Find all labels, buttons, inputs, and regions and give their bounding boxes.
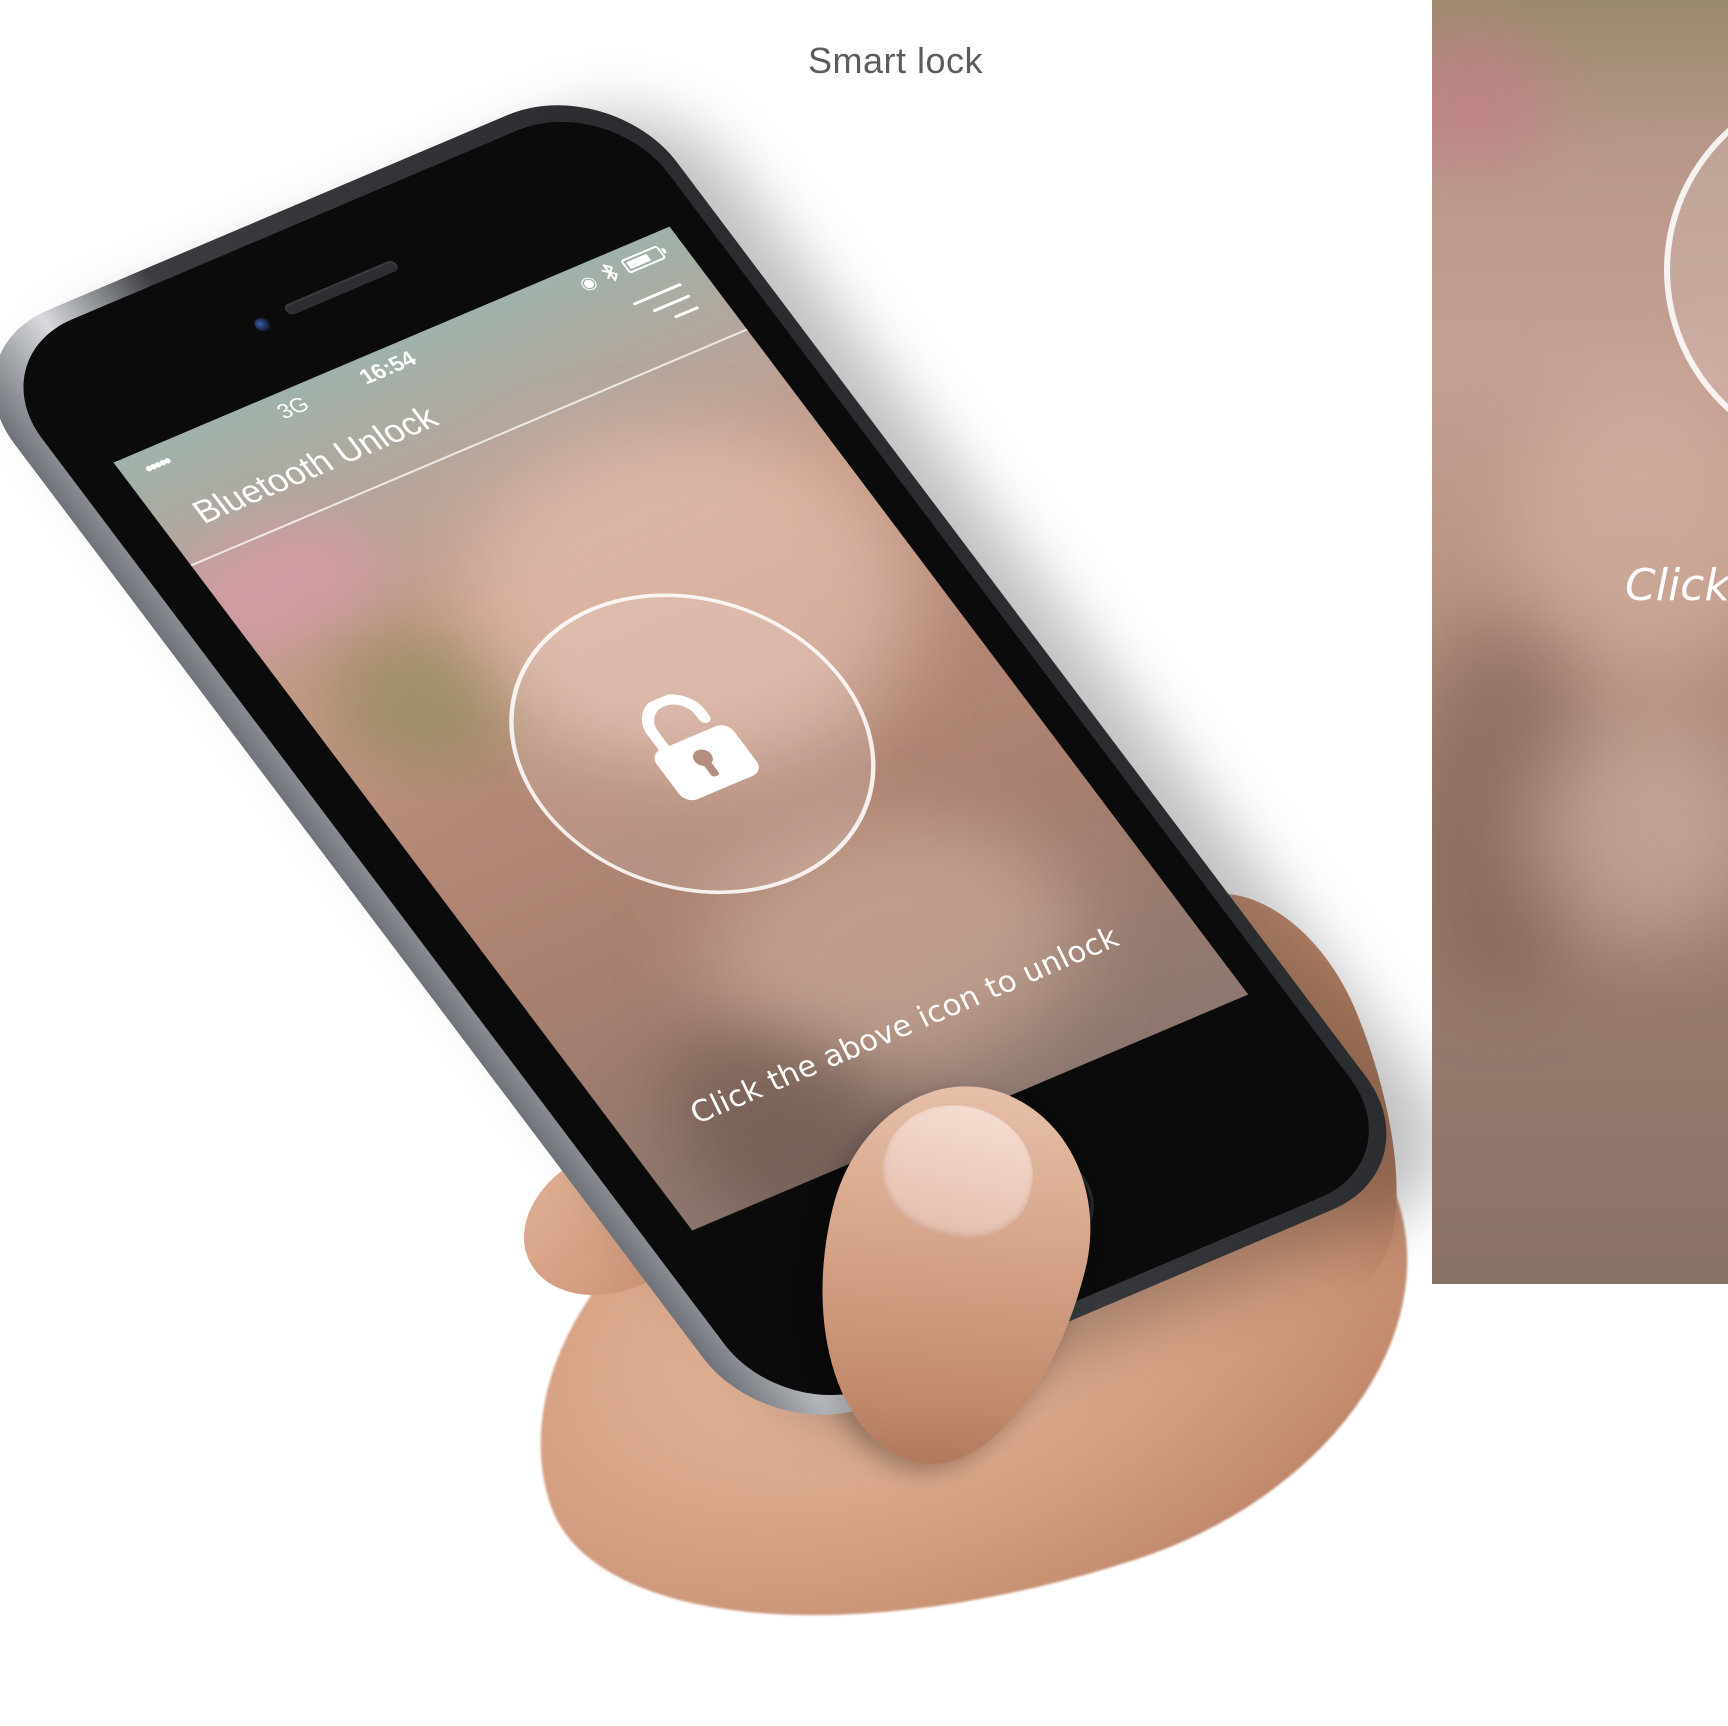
phone-mockup: ••••• 3G 16:54 ◉ Bluetooth Unlock Click … [0, 71, 1434, 1449]
zoom-blur-2 [1512, 380, 1728, 680]
front-camera-icon [251, 316, 273, 334]
zoomed-screen-panel: Click [1432, 0, 1728, 1284]
earpiece-speaker [282, 259, 401, 317]
battery-level [626, 253, 652, 270]
alarm-icon: ◉ [574, 271, 602, 295]
thumbnail-nail [869, 1089, 1047, 1253]
menu-icon[interactable] [625, 278, 704, 336]
signal-strength: ••••• [139, 451, 176, 480]
network-type: 3G [271, 391, 315, 424]
bluetooth-icon [597, 262, 622, 286]
app-screen: ••••• 3G 16:54 ◉ Bluetooth Unlock Click … [113, 226, 1249, 1231]
unlocked-padlock-icon [641, 694, 759, 801]
zoomed-hint-text: Click [1625, 560, 1728, 611]
page-caption: Smart lock [808, 40, 984, 81]
phone-face: ••••• 3G 16:54 ◉ Bluetooth Unlock Click … [0, 92, 1412, 1425]
battery-icon [619, 245, 667, 274]
zoom-blur-1 [1432, 30, 1552, 170]
